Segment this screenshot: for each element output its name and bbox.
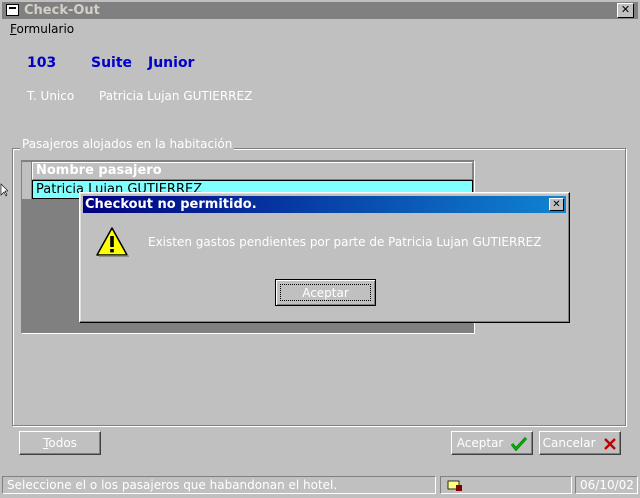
todos-label: odos: [48, 436, 77, 450]
window-titlebar[interactable]: Check-Out ✕: [2, 2, 638, 19]
status-message: Seleccione el o los pasajeros que haband…: [2, 476, 436, 494]
warning-icon: [96, 227, 129, 257]
checkout-window: Check-Out ✕ Formulario 103 Suite Junior …: [0, 0, 640, 498]
menu-bar: Formulario: [10, 20, 74, 38]
dialog-close-button[interactable]: ✕: [549, 198, 564, 211]
keyboard-icon: [447, 480, 462, 491]
row-pointer-icon: [0, 183, 8, 197]
menu-formulario[interactable]: Formulario: [10, 22, 74, 36]
room-category: Junior: [148, 55, 195, 71]
aceptar-button[interactable]: Aceptar: [451, 431, 533, 455]
room-holder: Patricia Lujan GUTIERREZ: [99, 89, 253, 103]
cancelar-label: Cancelar: [542, 436, 596, 450]
dialog-title: Checkout no permitido.: [85, 197, 257, 212]
dialog-ok-label: Aceptar: [280, 284, 371, 301]
dialog-titlebar[interactable]: Checkout no permitido. ✕: [83, 196, 566, 213]
status-indicator-panel: [440, 476, 572, 494]
cancelar-button[interactable]: Cancelar: [539, 431, 621, 455]
dialog-message: Existen gastos pendientes por parte de P…: [148, 235, 542, 249]
status-bar: Seleccione el o los pasajeros que haband…: [2, 476, 638, 496]
window-title: Check-Out: [24, 3, 100, 18]
aceptar-label: Aceptar: [456, 436, 504, 450]
dialog-ok-button[interactable]: Aceptar: [275, 279, 376, 306]
status-date: 06/10/02: [575, 476, 638, 494]
checkout-denied-dialog: Checkout no permitido. ✕ Existen gastos …: [79, 192, 570, 323]
checkmark-icon: [511, 436, 528, 451]
passengers-group-label: Pasajeros alojados en la habitación: [20, 137, 235, 151]
window-close-button[interactable]: ✕: [617, 3, 634, 18]
grid-column-header[interactable]: Nombre pasajero: [32, 162, 473, 180]
form-icon: [6, 4, 19, 16]
todos-button[interactable]: Todos: [19, 431, 101, 455]
room-number: 103: [27, 55, 57, 71]
room-type: Suite: [91, 55, 133, 71]
grid-row-gutter: [22, 162, 32, 199]
menu-formulario-label: ormulario: [16, 22, 75, 36]
cancel-x-icon: [604, 437, 617, 450]
room-tariff: T. Unico: [27, 89, 75, 103]
